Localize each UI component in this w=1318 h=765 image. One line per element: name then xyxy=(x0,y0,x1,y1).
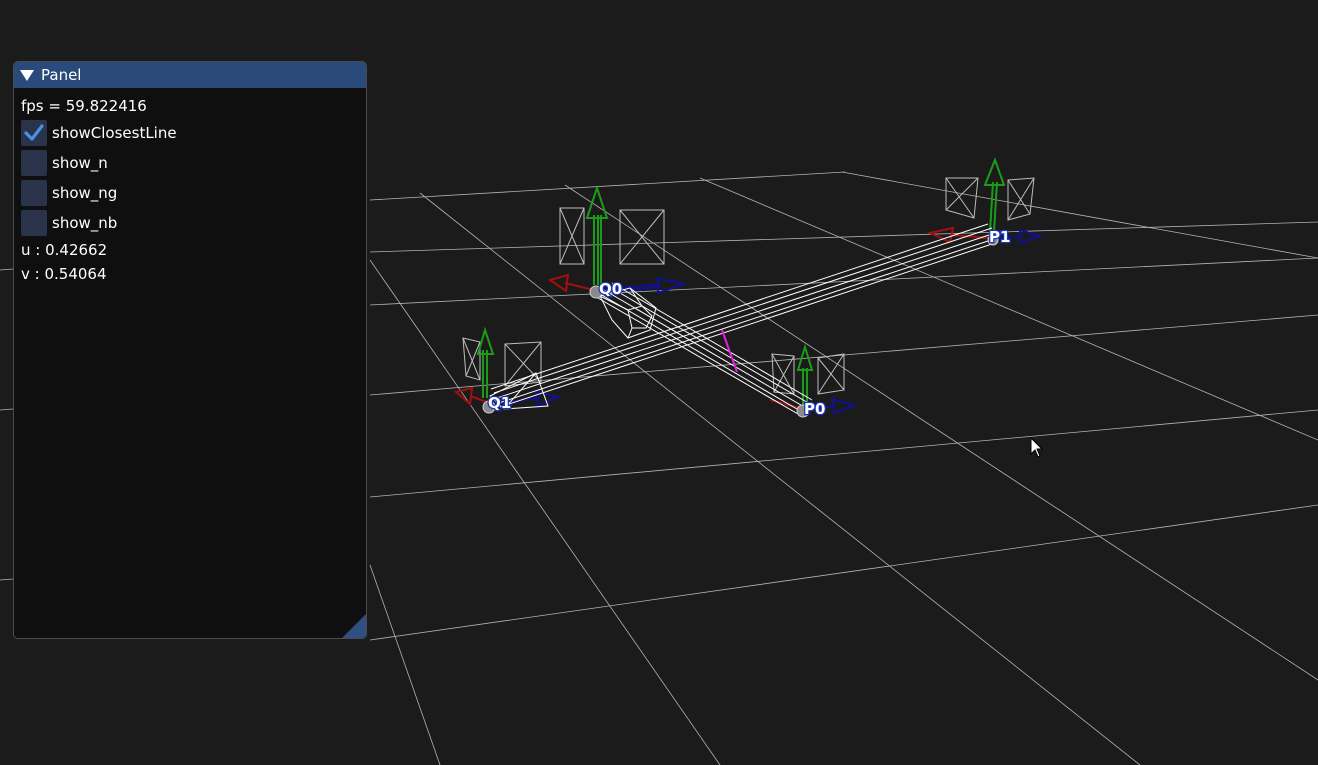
panel-body: fps = 59.822416 showClosestLine show_n s… xyxy=(14,88,366,292)
checkbox-box[interactable] xyxy=(21,180,47,206)
mouse-pointer-icon xyxy=(1030,437,1044,458)
checkbox-show-n[interactable]: show_n xyxy=(21,148,359,178)
u-readout: u : 0.42662 xyxy=(21,241,108,259)
checkbox-show-nb[interactable]: show_nb xyxy=(21,208,359,238)
closest-line xyxy=(721,329,738,373)
frame-Q0 xyxy=(547,184,688,295)
checkbox-label: showClosestLine xyxy=(52,124,177,142)
checkbox-label: show_nb xyxy=(52,214,118,232)
resize-grip-icon[interactable] xyxy=(342,614,366,638)
panel-title: Panel xyxy=(41,66,82,84)
checkbox-show-ng[interactable]: show_ng xyxy=(21,178,359,208)
checkbox-show-closest-line[interactable]: showClosestLine xyxy=(21,118,359,148)
checkbox-box[interactable] xyxy=(21,150,47,176)
label-p1: P1 xyxy=(989,228,1010,246)
checkbox-box[interactable] xyxy=(21,120,47,146)
checkmark-icon xyxy=(24,124,44,141)
checkbox-label: show_ng xyxy=(52,184,118,202)
segment-Q0-P0 xyxy=(597,282,813,415)
fps-readout: fps = 59.822416 xyxy=(21,97,147,115)
label-q1: Q1 xyxy=(488,394,511,412)
v-readout: v : 0.54064 xyxy=(21,265,107,283)
control-panel: Panel fps = 59.822416 showClosestLine sh… xyxy=(13,61,367,639)
panel-titlebar[interactable]: Panel xyxy=(14,62,366,88)
segment-P1-Q1 xyxy=(490,223,999,408)
label-p0: P0 xyxy=(804,400,825,418)
label-q0: Q0 xyxy=(599,280,622,298)
checkbox-box[interactable] xyxy=(21,210,47,236)
triangle-down-icon[interactable] xyxy=(20,69,34,81)
checkbox-label: show_n xyxy=(52,154,108,172)
